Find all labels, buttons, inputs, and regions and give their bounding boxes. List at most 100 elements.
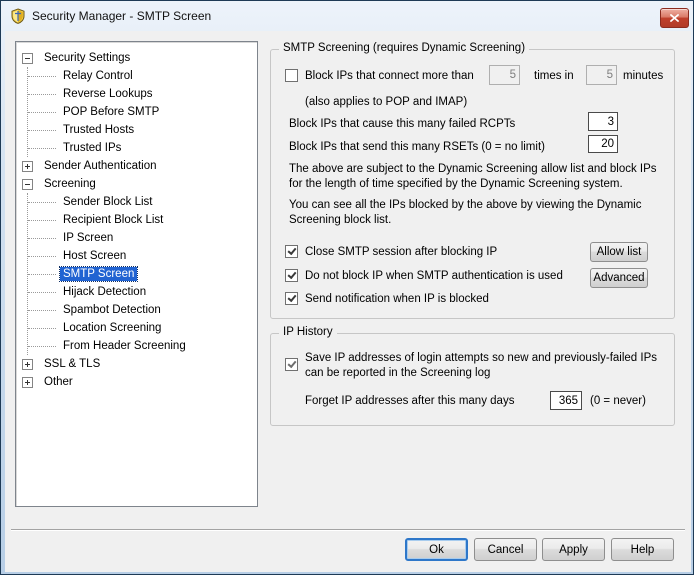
tree-item-label[interactable]: Screening (41, 177, 99, 191)
tree-connector (28, 328, 56, 329)
tree-item-label[interactable]: SSL & TLS (41, 357, 103, 371)
tree-connector (28, 220, 56, 221)
forget-days-input[interactable] (550, 391, 582, 410)
allow-list-button[interactable]: Allow list (590, 242, 648, 262)
tree-item-pop-before-smtp[interactable]: POP Before SMTP (28, 103, 257, 121)
tree-branch: Relay Control Reverse Lookups POP Before… (27, 67, 257, 157)
no-block-auth-checkbox[interactable] (285, 269, 298, 282)
tree-item-trusted-ips[interactable]: Trusted IPs (28, 139, 257, 157)
tree-item-smtp-screen[interactable]: SMTP Screen (28, 265, 257, 283)
close-button[interactable] (660, 8, 689, 28)
tree-item-label[interactable]: IP Screen (60, 231, 116, 245)
tree-item-label[interactable]: Relay Control (60, 69, 136, 83)
footer-separator (11, 529, 685, 531)
block-connect-checkbox[interactable] (285, 69, 298, 82)
advanced-button[interactable]: Advanced (590, 268, 648, 288)
tree-item-label[interactable]: Location Screening (60, 321, 164, 335)
help-button[interactable]: Help (611, 538, 674, 561)
tree-item-recipient-block-list[interactable]: Recipient Block List (28, 211, 257, 229)
tree-item-other[interactable]: Other (16, 373, 257, 391)
tree-connector (28, 202, 56, 203)
save-ips-label-line1: Save IP addresses of login attempts so n… (305, 352, 657, 364)
apply-button[interactable]: Apply (542, 538, 605, 561)
expand-icon[interactable] (22, 359, 33, 370)
tree-item-trusted-hosts[interactable]: Trusted Hosts (28, 121, 257, 139)
advanced-button-label: Advanced (593, 272, 644, 284)
tree-item-relay-control[interactable]: Relay Control (28, 67, 257, 85)
rset-label: Block IPs that send this many RSETs (0 =… (289, 141, 545, 153)
also-applies-note: (also applies to POP and IMAP) (305, 96, 467, 108)
no-block-auth-label: Do not block IP when SMTP authentication… (305, 270, 563, 282)
expand-icon[interactable] (22, 377, 33, 388)
tree-item-label[interactable]: Other (41, 375, 76, 389)
tree-item-screening[interactable]: Screening (16, 175, 257, 193)
ok-button-label: Ok (429, 544, 444, 556)
tree-item-location-screening[interactable]: Location Screening (28, 319, 257, 337)
tree-item-sender-block-list[interactable]: Sender Block List (28, 193, 257, 211)
connect-times-input (489, 65, 520, 85)
dialog-client-area: Security Settings Relay Control Reverse … (5, 31, 691, 572)
tree-connector (28, 76, 56, 77)
tree-connector (28, 94, 56, 95)
rcpt-count-input[interactable] (588, 112, 618, 131)
tree-connector (28, 292, 56, 293)
close-session-checkbox[interactable] (285, 245, 298, 258)
send-notification-checkbox[interactable] (285, 292, 298, 305)
tree-item-sender-authentication[interactable]: Sender Authentication (16, 157, 257, 175)
tree-item-from-header-screening[interactable]: From Header Screening (28, 337, 257, 355)
save-ips-checkbox[interactable] (285, 358, 298, 371)
tree-item-label[interactable]: Recipient Block List (60, 213, 166, 227)
close-icon (670, 14, 679, 22)
apply-button-label: Apply (559, 544, 588, 556)
collapse-icon[interactable] (22, 179, 33, 190)
settings-tree: Security Settings Relay Control Reverse … (15, 41, 258, 507)
tree-item-reverse-lookups[interactable]: Reverse Lookups (28, 85, 257, 103)
allow-list-button-label: Allow list (597, 246, 642, 258)
ok-button[interactable]: Ok (405, 538, 468, 561)
cancel-button[interactable]: Cancel (474, 538, 537, 561)
tree-item-label[interactable]: Sender Authentication (41, 159, 160, 173)
rset-count-input[interactable] (588, 135, 618, 153)
tree-connector (28, 256, 56, 257)
help-button-label: Help (631, 544, 655, 556)
tree-connector (28, 238, 56, 239)
tree-item-spambot-detection[interactable]: Spambot Detection (28, 301, 257, 319)
tree-item-label[interactable]: Host Screen (60, 249, 129, 263)
connect-minutes-input (586, 65, 617, 85)
security-shield-icon (10, 8, 26, 24)
expand-icon[interactable] (22, 161, 33, 172)
tree-item-label[interactable]: From Header Screening (60, 339, 189, 353)
tree-item-label[interactable]: Trusted IPs (60, 141, 124, 155)
tree-item-label[interactable]: Trusted Hosts (60, 123, 137, 137)
dynamic-screening-note-line1: The above are subject to the Dynamic Scr… (289, 163, 657, 175)
tree-item-label[interactable]: Spambot Detection (60, 303, 164, 317)
tree-item-ssl-tls[interactable]: SSL & TLS (16, 355, 257, 373)
group-title: IP History (279, 326, 337, 338)
forget-days-suffix: (0 = never) (590, 395, 646, 407)
tree-item-ip-screen[interactable]: IP Screen (28, 229, 257, 247)
blocked-ips-note-line1: You can see all the IPs blocked by the a… (289, 199, 641, 211)
tree-item-label-selected[interactable]: SMTP Screen (60, 267, 137, 281)
tree-item-hijack-detection[interactable]: Hijack Detection (28, 283, 257, 301)
tree-item-label[interactable]: Security Settings (41, 51, 133, 65)
tree-connector (28, 148, 56, 149)
tree-connector (28, 112, 56, 113)
save-ips-label-line2: can be reported in the Screening log (305, 367, 490, 379)
minutes-label: minutes (623, 70, 663, 82)
tree-connector (28, 274, 56, 275)
smtp-screening-group: SMTP Screening (requires Dynamic Screeni… (270, 49, 675, 319)
tree-item-host-screen[interactable]: Host Screen (28, 247, 257, 265)
titlebar[interactable]: Security Manager - SMTP Screen (1, 1, 693, 31)
tree-item-label[interactable]: Reverse Lookups (60, 87, 156, 101)
dialog-window: Security Manager - SMTP Screen Security … (0, 0, 694, 575)
tree-item-label[interactable]: POP Before SMTP (60, 105, 162, 119)
blocked-ips-note-line2: Screening block list. (289, 214, 391, 226)
tree-item-label[interactable]: Hijack Detection (60, 285, 149, 299)
dynamic-screening-note-line2: for the length of time specified by the … (289, 178, 623, 190)
tree-branch: Sender Block List Recipient Block List I… (27, 193, 257, 355)
tree-connector (28, 310, 56, 311)
tree-item-security-settings[interactable]: Security Settings (16, 49, 257, 67)
collapse-icon[interactable] (22, 53, 33, 64)
tree-item-label[interactable]: Sender Block List (60, 195, 156, 209)
tree-connector (28, 130, 56, 131)
